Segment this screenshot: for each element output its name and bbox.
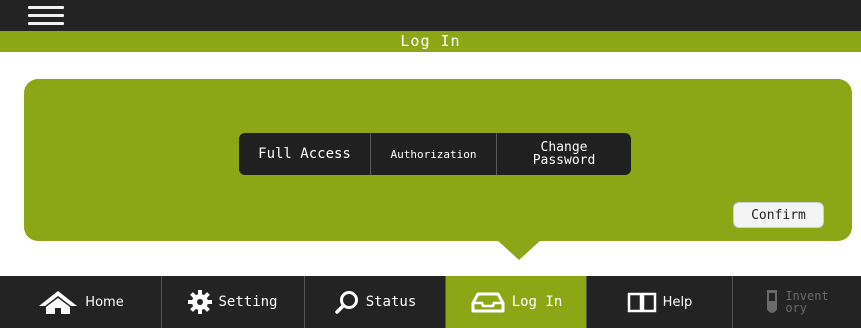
home-icon [39, 291, 78, 314]
nav-setting-label: Setting [218, 294, 278, 310]
nav-inventory-label-line2: ory [785, 301, 807, 315]
nav-status[interactable]: Status [305, 276, 446, 328]
authorization-button[interactable]: Authorization [371, 133, 497, 175]
inbox-tray-icon [471, 292, 505, 313]
page-title: Log In [0, 31, 861, 52]
bottom-nav: Home Setting Status Log In Help Invent o… [0, 276, 861, 328]
nav-status-label: Status [365, 294, 417, 310]
nav-login-label: Log In [511, 294, 563, 310]
hamburger-menu-icon[interactable] [28, 5, 64, 27]
change-password-button[interactable]: Change Password [497, 133, 631, 175]
nav-help-label: Help [662, 294, 693, 310]
login-mode-selector: Full Access Authorization Change Passwor… [239, 133, 631, 175]
full-access-button[interactable]: Full Access [239, 133, 371, 175]
nav-home-label: Home [85, 294, 124, 310]
confirm-button[interactable]: Confirm [733, 202, 824, 228]
book-icon [627, 292, 656, 313]
nav-setting[interactable]: Setting [162, 276, 305, 328]
nav-inventory[interactable]: Invent ory [733, 276, 861, 328]
nav-home[interactable]: Home [0, 276, 162, 328]
nav-login[interactable]: Log In [446, 276, 587, 328]
nav-inventory-label: Invent ory [785, 290, 828, 314]
gear-icon [188, 290, 213, 314]
panel-pointer [497, 240, 541, 260]
top-bar [0, 0, 861, 31]
search-icon [334, 291, 358, 314]
test-tube-icon [767, 290, 778, 313]
nav-help[interactable]: Help [587, 276, 733, 328]
change-password-label-line2: Password [532, 153, 596, 168]
